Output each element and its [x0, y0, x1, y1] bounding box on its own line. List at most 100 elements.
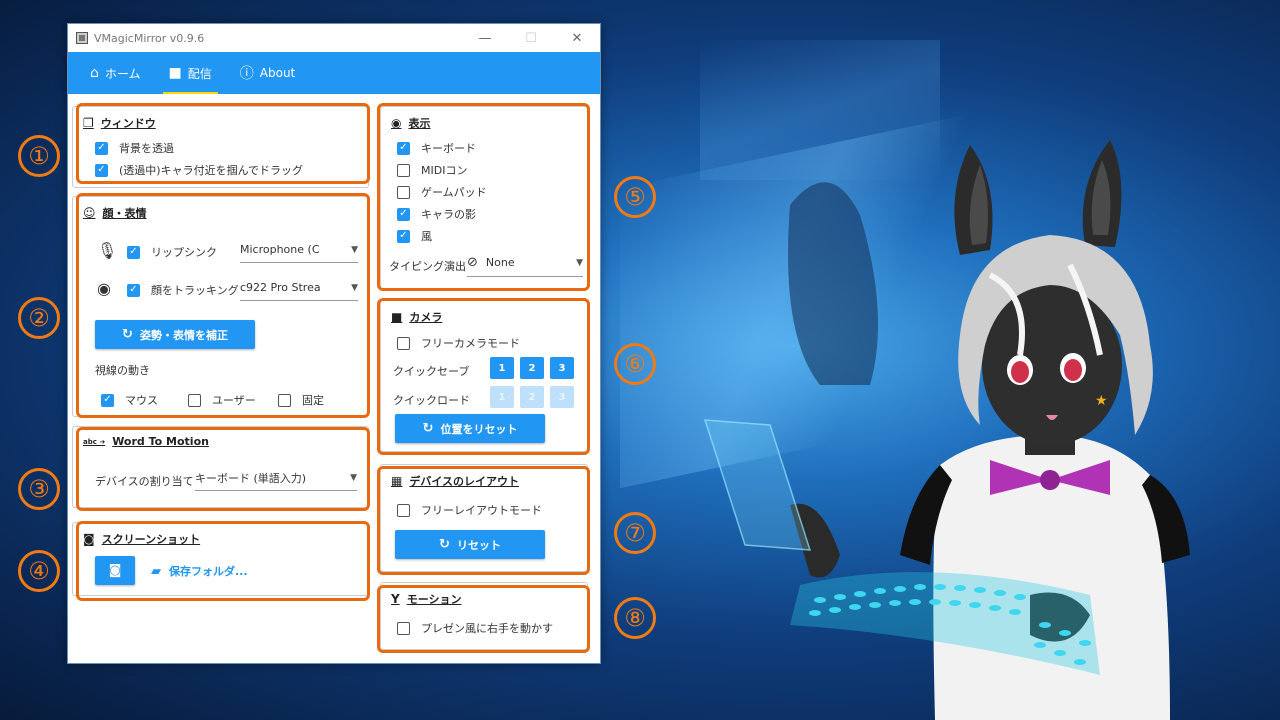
camera-icon: ◙ — [108, 563, 122, 578]
drag-character-option[interactable]: ✓ (透過中)キャラ付近を掴んでドラッグ — [95, 162, 303, 178]
tab-bar: ⌂ ホーム ■ 配信 ⓘ About — [68, 52, 600, 94]
app-window: VMagicMirror v0.9.6 — ☐ ✕ ⌂ ホーム ■ 配信 ⓘ A… — [67, 23, 601, 664]
eye-off-icon: ⊘ — [467, 255, 478, 270]
checkbox[interactable]: ✓ — [397, 207, 410, 221]
window-settings-card: ❐ ウィンドウ ✓ 背景を透過 ✓ (透過中)キャラ付近を掴んでドラッグ — [72, 106, 369, 188]
chevron-down-icon: ▼ — [350, 472, 357, 483]
maximize-button[interactable]: ☐ — [508, 24, 554, 52]
refresh-icon: ↻ — [439, 537, 450, 552]
marker-8: ⑧ — [614, 597, 656, 639]
checkbox[interactable] — [397, 163, 410, 177]
motion-card: Y モーション プレゼン風に右手を動かす — [380, 582, 588, 650]
quick-save-1-button[interactable]: 1 — [490, 357, 514, 379]
checkbox[interactable]: ✓ — [127, 245, 140, 259]
card-title: ◙ スクリーンショット — [83, 532, 201, 546]
transparent-background-option[interactable]: ✓ 背景を透過 — [95, 140, 174, 156]
microphone-icon: 🎙 — [97, 241, 118, 260]
tab-streaming[interactable]: ■ 配信 — [155, 52, 226, 94]
refresh-icon: ↻ — [422, 421, 434, 436]
window-restore-icon: ❐ — [83, 116, 94, 130]
refresh-icon: ↻ — [122, 327, 133, 342]
marker-4: ④ — [18, 550, 60, 592]
checkbox[interactable]: ✓ — [95, 163, 108, 177]
wind-option[interactable]: ✓ 風 — [397, 228, 432, 244]
shadow-option[interactable]: ✓ キャラの影 — [397, 206, 476, 222]
eye-icon: ◉ — [391, 116, 402, 130]
checkbox[interactable]: ✓ — [127, 283, 140, 297]
checkbox[interactable]: ✓ — [95, 141, 108, 155]
microphone-select[interactable]: Microphone (C ▼ — [240, 237, 358, 263]
avatar-shadow — [788, 182, 878, 385]
free-camera-option[interactable]: フリーカメラモード — [397, 335, 520, 351]
typing-effect-select[interactable]: ⊘ None ▼ — [467, 249, 583, 277]
device-layout-card: ▦ デバイスのレイアウト フリーレイアウトモード ↻ リセット — [380, 464, 588, 572]
checkbox[interactable]: ✓ — [397, 229, 410, 243]
calibrate-button[interactable]: ↻ 姿勢・表情を補正 — [95, 320, 255, 349]
checkbox[interactable] — [188, 393, 201, 407]
checkbox[interactable] — [397, 503, 410, 517]
quick-load-3-button[interactable]: 3 — [550, 386, 574, 408]
quick-load-2-button[interactable]: 2 — [520, 386, 544, 408]
card-title: ☺ 顔・表情 — [83, 206, 147, 220]
window-title: VMagicMirror v0.9.6 — [94, 31, 205, 45]
home-icon: ⌂ — [90, 65, 99, 81]
gaze-user-option[interactable]: ユーザー — [188, 392, 256, 408]
quick-save-2-button[interactable]: 2 — [520, 357, 544, 379]
chevron-down-icon: ▼ — [351, 244, 358, 255]
checkbox[interactable] — [397, 621, 410, 635]
marker-6: ⑥ — [614, 343, 656, 385]
gamepad-option[interactable]: ゲームパッド — [397, 184, 487, 200]
open-save-folder-link[interactable]: ▰ 保存フォルダ... — [151, 563, 248, 579]
svg-text:★: ★ — [1095, 393, 1108, 409]
camera-select[interactable]: c922 Pro Strea ▼ — [240, 275, 358, 301]
camera-icon: ◙ — [83, 532, 95, 546]
dashboard-layout-icon: ▦ — [391, 474, 403, 488]
tab-home[interactable]: ⌂ ホーム — [76, 52, 155, 94]
reset-layout-button[interactable]: ↻ リセット — [395, 530, 545, 559]
checkbox[interactable] — [397, 336, 410, 350]
device-assign-label: デバイスの割り当て — [95, 475, 194, 488]
title-bar[interactable]: VMagicMirror v0.9.6 — ☐ ✕ — [68, 24, 600, 52]
midi-option[interactable]: MIDIコン — [397, 162, 467, 178]
checkbox[interactable] — [278, 393, 291, 407]
marker-7: ⑦ — [614, 512, 656, 554]
checkbox[interactable]: ✓ — [397, 141, 410, 155]
screenshot-card: ◙ スクリーンショット ◙ ▰ 保存フォルダ... — [72, 522, 369, 596]
word-to-motion-card: abc ➔ Word To Motion デバイスの割り当て キーボード (単語… — [72, 426, 369, 508]
lipsync-option[interactable]: ✓ リップシンク — [127, 244, 217, 260]
close-button[interactable]: ✕ — [554, 24, 600, 52]
gaze-label: 視線の動き — [95, 364, 150, 377]
face-tracking-option[interactable]: ✓ 顔をトラッキング — [127, 282, 239, 298]
quick-load-1-button[interactable]: 1 — [490, 386, 514, 408]
camera-card: ■ カメラ フリーカメラモード クイックセーブ 1 2 3 クイックロード 1 … — [380, 300, 588, 452]
face-icon: ☺ — [83, 206, 96, 220]
gaze-fixed-option[interactable]: 固定 — [278, 392, 324, 408]
chevron-down-icon: ▼ — [576, 257, 583, 268]
quick-load-label: クイックロード — [393, 394, 470, 407]
app-icon — [76, 32, 88, 44]
face-expression-card: ☺ 顔・表情 🎙 ✓ リップシンク Microphone (C ▼ ◉ ✓ 顔を… — [72, 196, 369, 417]
card-title: ❐ ウィンドウ — [83, 116, 156, 130]
tab-about[interactable]: ⓘ About — [226, 52, 309, 94]
presentation-hand-option[interactable]: プレゼン風に右手を動かす — [397, 620, 553, 636]
gaze-mouse-option[interactable]: ✓ マウス — [101, 392, 158, 408]
checkbox[interactable] — [397, 185, 410, 199]
marker-5: ⑤ — [614, 176, 656, 218]
typing-effect-label: タイピング演出 — [389, 260, 466, 273]
human-figure-icon: Y — [391, 592, 400, 606]
tab-label: About — [259, 66, 296, 80]
quick-save-3-button[interactable]: 3 — [550, 357, 574, 379]
reset-camera-position-button[interactable]: ↻ 位置をリセット — [395, 414, 545, 443]
free-layout-option[interactable]: フリーレイアウトモード — [397, 502, 542, 518]
video-camera-icon: ■ — [168, 65, 182, 81]
keyboard-option[interactable]: ✓ キーボード — [397, 140, 476, 156]
card-title: abc ➔ Word To Motion — [83, 435, 209, 448]
take-screenshot-button[interactable]: ◙ — [95, 556, 135, 585]
minimize-button[interactable]: — — [462, 24, 508, 52]
checkbox[interactable]: ✓ — [101, 393, 114, 407]
tab-label: 配信 — [187, 66, 212, 81]
folder-icon: ▰ — [151, 563, 161, 579]
card-title: ◉ 表示 — [391, 116, 431, 130]
tab-label: ホーム — [104, 66, 141, 81]
device-assign-select[interactable]: キーボード (単語入力) ▼ — [195, 465, 357, 491]
